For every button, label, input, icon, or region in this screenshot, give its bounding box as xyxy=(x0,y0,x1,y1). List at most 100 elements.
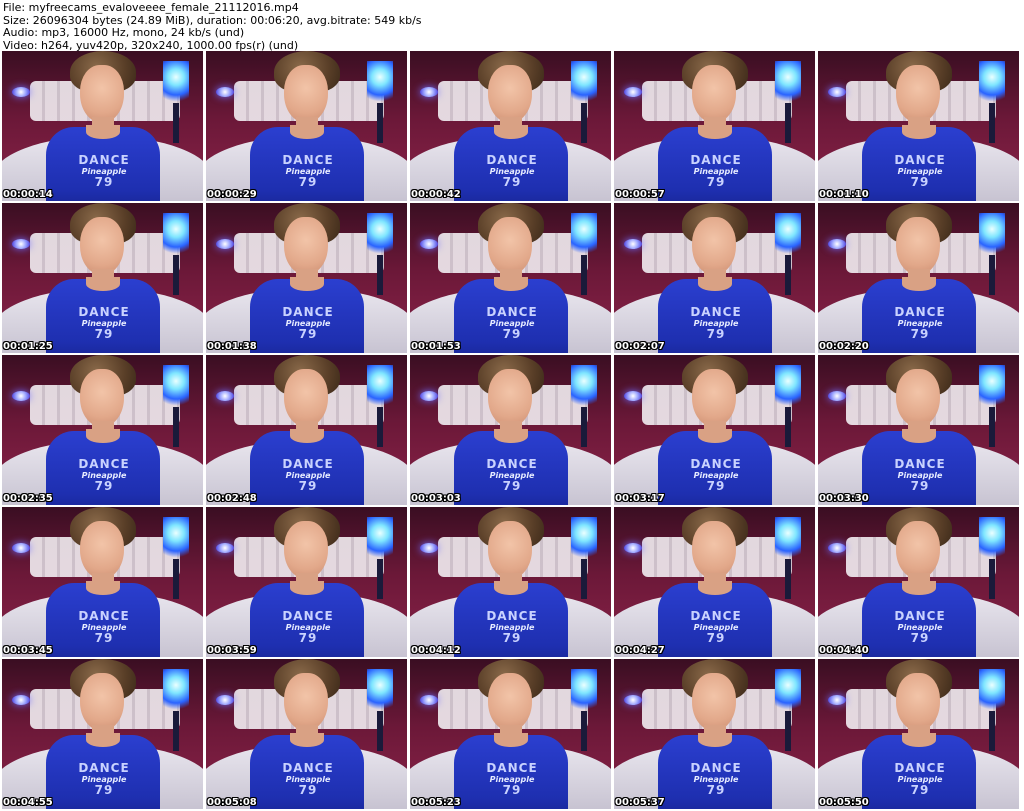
lamp-stand xyxy=(785,103,791,143)
shirt-print: DANCE Pineapple 79 xyxy=(72,610,136,645)
timestamp-label: 00:00:42 xyxy=(411,189,461,200)
shirt-print-line1: DANCE xyxy=(690,457,742,471)
lamp-left xyxy=(216,391,234,401)
shirt-print-line3: 79 xyxy=(502,327,522,341)
shirt-print-line1: DANCE xyxy=(78,761,130,775)
lamp-left xyxy=(420,543,438,553)
timestamp-label: 00:00:29 xyxy=(207,189,257,200)
lamp-right xyxy=(979,669,1005,715)
shirt-print-line3: 79 xyxy=(298,479,318,493)
timestamp-label: 00:04:40 xyxy=(819,645,869,656)
collar xyxy=(86,733,120,747)
video-thumbnail: DANCE Pineapple 79 00:00:57 xyxy=(614,51,815,201)
video-thumbnail: DANCE Pineapple 79 00:05:50 xyxy=(818,659,1019,809)
lamp-left xyxy=(420,391,438,401)
face xyxy=(692,65,736,123)
shirt-print: DANCE Pineapple 79 xyxy=(888,762,952,796)
lamp-right xyxy=(979,365,1005,411)
lamp-right xyxy=(163,365,189,411)
shirt-print-line1: DANCE xyxy=(282,457,334,471)
shirt-print-line3: 79 xyxy=(94,479,114,493)
shirt-print-line1: DANCE xyxy=(282,153,334,167)
shirt-print: DANCE Pineapple 79 xyxy=(480,610,544,644)
video-thumbnail: DANCE Pineapple 79 00:03:17 xyxy=(614,355,815,505)
shirt-print: DANCE Pineapple 79 xyxy=(684,154,748,188)
collar xyxy=(698,125,732,139)
lamp-stand xyxy=(989,103,995,143)
timestamp-label: 00:02:07 xyxy=(615,341,665,352)
lamp-right xyxy=(163,61,189,107)
shirt-print: DANCE Pineapple 79 xyxy=(276,305,340,340)
lamp-left xyxy=(216,239,234,249)
shirt-print-line3: 79 xyxy=(298,783,318,797)
video-thumbnail: DANCE Pineapple 79 00:04:55 xyxy=(2,659,203,809)
shirt-print-line1: DANCE xyxy=(282,761,334,775)
collar xyxy=(86,429,120,443)
lamp-right xyxy=(775,213,801,259)
face xyxy=(284,369,328,427)
lamp-left xyxy=(420,87,438,97)
lamp-stand xyxy=(785,255,791,295)
lamp-left xyxy=(12,87,30,97)
lamp-right xyxy=(163,213,189,259)
shirt-print-line1: DANCE xyxy=(690,305,742,319)
collar xyxy=(902,429,936,443)
file-info-header: File: myfreecams_evaloveeee_female_21112… xyxy=(3,1,422,52)
lamp-right xyxy=(367,517,393,563)
shirt-print-line1: DANCE xyxy=(486,457,538,471)
lamp-left xyxy=(12,695,30,705)
lamp-right xyxy=(979,517,1005,563)
timestamp-label: 00:04:12 xyxy=(411,645,461,656)
lamp-stand xyxy=(989,559,995,599)
video-thumbnail: DANCE Pineapple 79 00:05:37 xyxy=(614,659,815,809)
shirt-print-line1: DANCE xyxy=(78,457,130,471)
timestamp-label: 00:01:38 xyxy=(207,341,257,352)
face xyxy=(488,673,532,731)
shirt-print-line1: DANCE xyxy=(282,609,334,623)
shirt-print-line1: DANCE xyxy=(690,609,742,623)
shirt-print-line1: DANCE xyxy=(486,153,538,167)
video-thumbnail: DANCE Pineapple 79 00:01:53 xyxy=(410,203,611,353)
lamp-left xyxy=(216,543,234,553)
lamp-right xyxy=(367,213,393,259)
lamp-right xyxy=(571,365,597,411)
shirt-print: DANCE Pineapple 79 xyxy=(888,154,952,188)
lamp-left xyxy=(828,391,846,401)
collar xyxy=(698,733,732,747)
lamp-stand xyxy=(989,711,995,751)
lamp-right xyxy=(571,61,597,107)
lamp-stand xyxy=(785,559,791,599)
shirt-print: DANCE Pineapple 79 xyxy=(888,306,952,340)
timestamp-label: 00:03:45 xyxy=(3,645,53,656)
collar xyxy=(290,581,324,595)
video-thumbnail: DANCE Pineapple 79 00:02:48 xyxy=(206,355,407,505)
face xyxy=(896,673,940,731)
shirt-print-line3: 79 xyxy=(94,783,114,797)
face xyxy=(80,521,124,579)
face xyxy=(284,521,328,579)
lamp-stand xyxy=(581,255,587,295)
lamp-left xyxy=(624,87,642,97)
lamp-right xyxy=(979,213,1005,259)
collar xyxy=(902,733,936,747)
lamp-left xyxy=(216,87,234,97)
collar xyxy=(86,277,120,291)
collar xyxy=(86,581,120,595)
lamp-stand xyxy=(377,407,383,447)
collar xyxy=(494,125,528,139)
shirt-print-line1: DANCE xyxy=(282,305,334,319)
shirt-print: DANCE Pineapple 79 xyxy=(72,154,136,188)
face xyxy=(284,217,328,275)
shirt-print-line1: DANCE xyxy=(486,305,538,319)
timestamp-label: 00:01:10 xyxy=(819,189,869,200)
collar xyxy=(494,277,528,291)
collar xyxy=(494,429,528,443)
lamp-left xyxy=(828,87,846,97)
shirt-print-line1: DANCE xyxy=(486,761,538,775)
shirt-print-line1: DANCE xyxy=(78,305,130,319)
shirt-print-line3: 79 xyxy=(502,783,522,797)
lamp-right xyxy=(367,365,393,411)
shirt-print-line3: 79 xyxy=(94,631,114,645)
video-thumbnail: DANCE Pineapple 79 00:01:10 xyxy=(818,51,1019,201)
face xyxy=(284,673,328,731)
